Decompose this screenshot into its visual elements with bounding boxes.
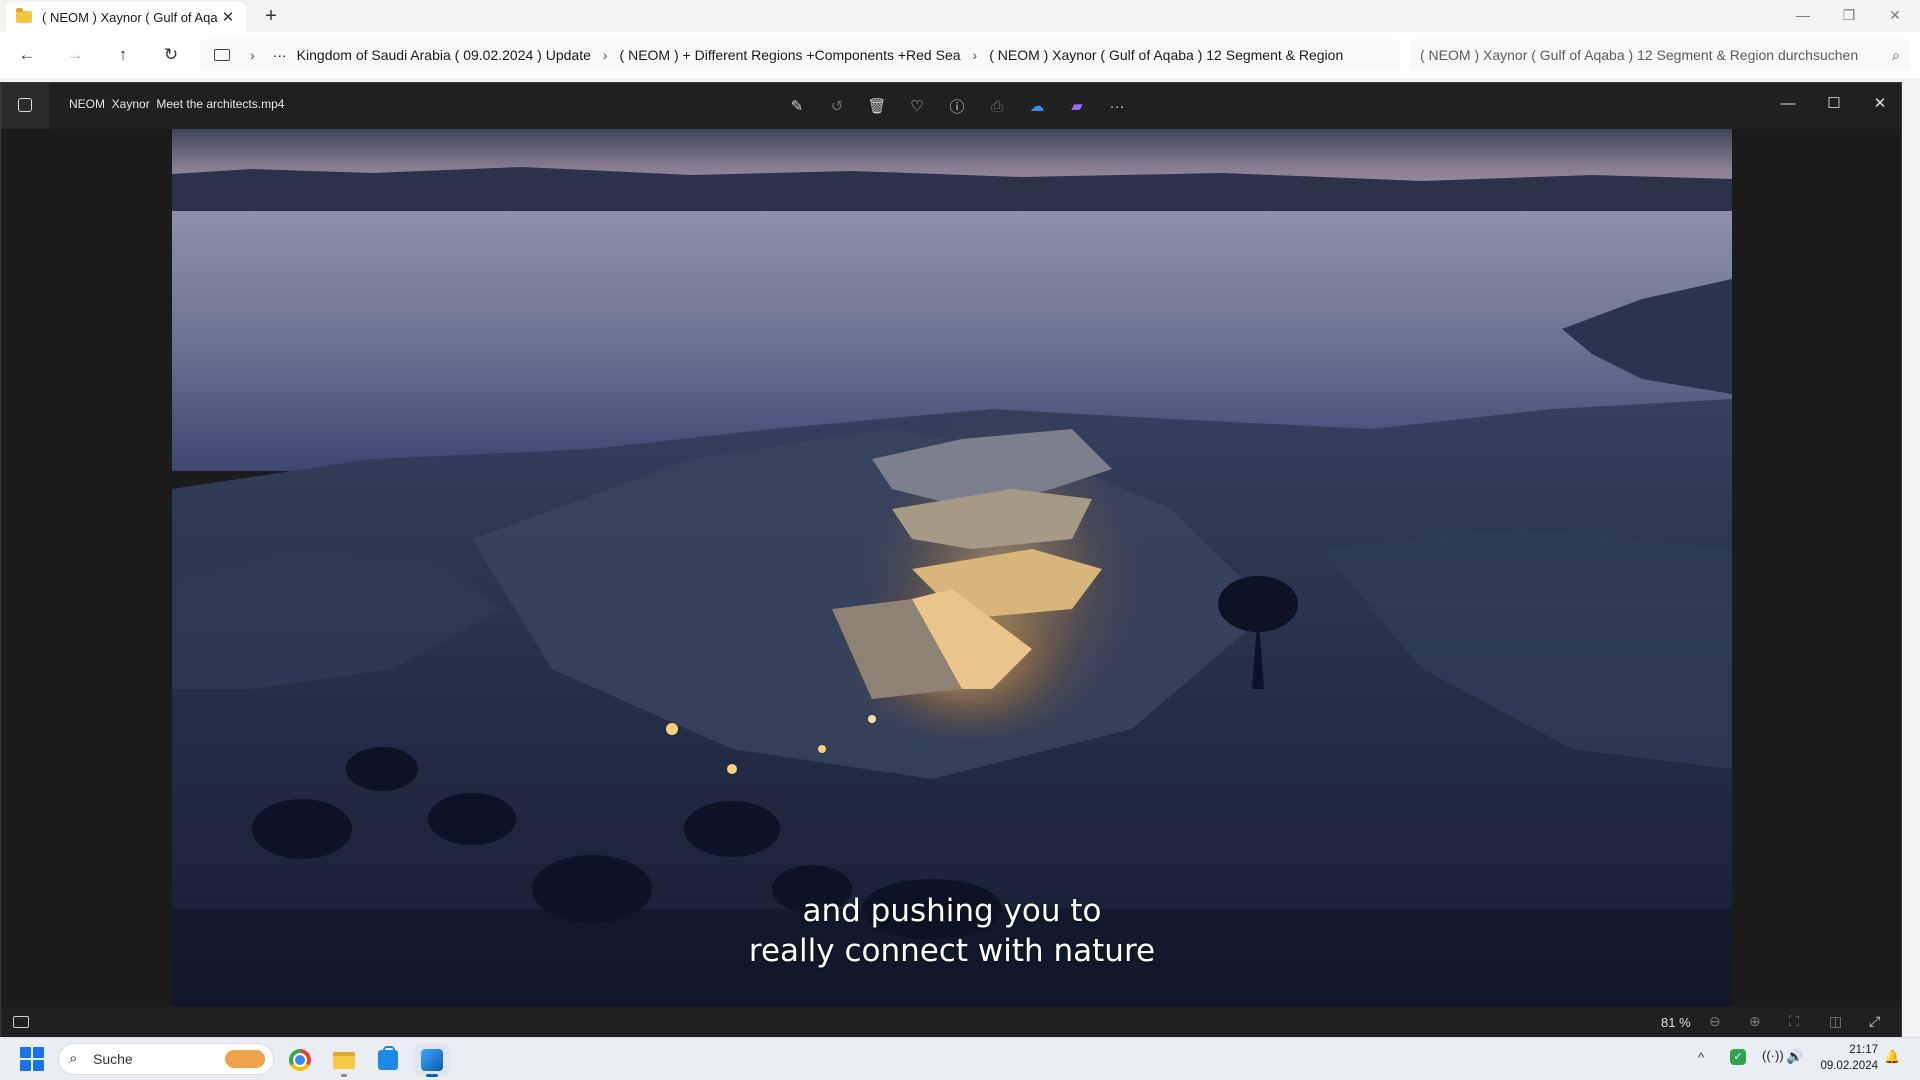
forward-button[interactable]: → <box>60 41 90 69</box>
notification-bell-icon[interactable]: 🔔 <box>1884 1049 1900 1065</box>
wifi-icon[interactable]: ((·)) <box>1762 1048 1784 1063</box>
explorer-close-button[interactable]: ✕ <box>1872 0 1918 30</box>
taskbar-search[interactable]: ⌕ Suche <box>58 1043 274 1075</box>
video-frame[interactable]: and pushing you to really connect with n… <box>172 129 1732 1007</box>
delete-icon[interactable]: 🗑 <box>857 94 897 118</box>
taskbar-chrome[interactable] <box>283 1043 317 1077</box>
info-icon[interactable]: ⓘ <box>937 94 977 118</box>
this-pc-icon[interactable] <box>214 49 230 61</box>
search-highlight-icon <box>225 1050 265 1068</box>
taskbar-search-label: Suche <box>93 1051 133 1067</box>
print-icon[interactable]: ⎙ <box>977 94 1017 118</box>
search-placeholder: ( NEOM ) Xaynor ( Gulf of Aqaba ) 12 Seg… <box>1420 47 1859 63</box>
back-button[interactable]: ← <box>12 41 42 69</box>
breadcrumb-overflow[interactable]: ··· <box>273 47 287 63</box>
photos-icon <box>421 1049 443 1071</box>
file-explorer-icon <box>333 1051 355 1069</box>
photos-status-bar: 81 % ⊖ ⊕ ⛶ ◫ ⤢ <box>1 1007 1901 1038</box>
clipchamp-icon[interactable]: ▰ <box>1057 94 1097 118</box>
chrome-icon <box>289 1049 311 1071</box>
search-icon[interactable]: ⌕ <box>1892 39 1900 71</box>
explorer-tab[interactable]: ( NEOM ) Xaynor ( Gulf of Aqa ✕ <box>6 2 246 32</box>
onedrive-icon[interactable]: ☁ <box>1017 94 1057 118</box>
volume-icon[interactable]: 🔊 <box>1786 1048 1803 1065</box>
chevron-right-icon[interactable]: › <box>250 47 255 63</box>
breadcrumb-item-1[interactable]: Kingdom of Saudi Arabia ( 09.02.2024 ) U… <box>297 47 591 63</box>
explorer-tab-title: ( NEOM ) Xaynor ( Gulf of Aqa <box>42 9 218 25</box>
clock-date: 09.02.2024 <box>1820 1060 1878 1072</box>
filmstrip-icon[interactable] <box>13 1016 29 1028</box>
chevron-right-icon[interactable]: › <box>973 47 978 63</box>
windows-logo-tile <box>33 1047 44 1058</box>
zoom-level: 81 % <box>1661 1015 1691 1030</box>
photos-window: NEOM Xaynor Meet the architects.mp4 ✎ ↺ … <box>0 82 1902 1038</box>
photos-file-title: NEOM Xaynor Meet the architects.mp4 <box>69 97 285 111</box>
fit-to-window-icon[interactable]: ⛶ <box>1789 1013 1799 1030</box>
up-button[interactable]: ↑ <box>108 41 138 69</box>
video-subtitle: and pushing you to really connect with n… <box>172 891 1732 971</box>
start-button[interactable] <box>20 1047 44 1071</box>
explorer-search-input[interactable]: ( NEOM ) Xaynor ( Gulf of Aqaba ) 12 Seg… <box>1410 39 1910 71</box>
zoom-in-icon[interactable]: ⊕ <box>1749 1013 1761 1030</box>
taskbar-file-explorer[interactable] <box>327 1043 361 1077</box>
photos-app-icon[interactable] <box>1 83 49 129</box>
subtitle-line-2: really connect with nature <box>748 933 1156 969</box>
subtitle-line-1: and pushing you to <box>802 893 1102 929</box>
chevron-right-icon[interactable]: › <box>603 47 608 63</box>
search-icon: ⌕ <box>69 1050 78 1067</box>
favorite-icon[interactable]: ♡ <box>897 94 937 118</box>
new-tab-button[interactable]: + <box>258 5 284 27</box>
more-icon[interactable]: ··· <box>1097 94 1137 118</box>
running-indicator <box>341 1074 347 1077</box>
photos-toolbar: ✎ ↺ 🗑 ♡ ⓘ ⎙ ☁ ▰ ··· <box>777 94 1137 118</box>
video-scene <box>172 129 1732 1007</box>
clock[interactable]: 21:17 09.02.2024 <box>1812 1042 1878 1074</box>
store-icon <box>378 1046 398 1070</box>
rotate-icon[interactable]: ↺ <box>817 94 857 118</box>
security-icon[interactable]: ✓ <box>1730 1049 1746 1065</box>
breadcrumb-item-2[interactable]: ( NEOM ) + Different Regions +Components… <box>620 47 961 63</box>
image-icon <box>18 98 32 112</box>
show-hidden-icons-icon[interactable]: ^ <box>1698 1050 1704 1065</box>
photos-close-button[interactable]: ✕ <box>1857 89 1903 119</box>
explorer-minimize-button[interactable]: — <box>1780 0 1826 30</box>
photos-title-bar: NEOM Xaynor Meet the architects.mp4 ✎ ↺ … <box>1 83 1901 129</box>
edit-icon[interactable]: ✎ <box>777 94 817 118</box>
fullscreen-icon[interactable]: ⤢ <box>1869 1013 1880 1030</box>
zoom-out-icon[interactable]: ⊖ <box>1709 1013 1721 1030</box>
explorer-nav-bar: ← → ↑ ↻ › ··· Kingdom of Saudi Arabia ( … <box>0 32 1920 78</box>
breadcrumb-item-3[interactable]: ( NEOM ) Xaynor ( Gulf of Aqaba ) 12 Seg… <box>989 47 1343 63</box>
actual-size-icon[interactable]: ◫ <box>1829 1013 1842 1030</box>
address-bar[interactable]: › ··· Kingdom of Saudi Arabia ( 09.02.20… <box>200 39 1400 71</box>
explorer-restore-button[interactable]: ❐ <box>1826 0 1872 30</box>
folder-icon <box>16 8 32 23</box>
tab-close-icon[interactable]: ✕ <box>220 8 236 26</box>
explorer-tab-strip: ( NEOM ) Xaynor ( Gulf of Aqa ✕ + — ❐ ✕ <box>0 0 1920 32</box>
windows-logo-tile <box>20 1047 31 1058</box>
photos-maximize-button[interactable]: ☐ <box>1811 89 1857 119</box>
taskbar: ⌕ Suche ^ ✓ ((·)) 🔊 21:17 09.02.2024 🔔 <box>0 1037 1920 1080</box>
refresh-button[interactable]: ↻ <box>156 41 186 69</box>
windows-logo-tile <box>33 1060 44 1071</box>
clock-time: 21:17 <box>1849 1044 1878 1056</box>
active-indicator <box>426 1074 438 1077</box>
taskbar-photos[interactable] <box>415 1043 449 1077</box>
photos-minimize-button[interactable]: — <box>1765 89 1811 119</box>
taskbar-store[interactable] <box>371 1043 405 1077</box>
windows-logo-tile <box>20 1060 31 1071</box>
